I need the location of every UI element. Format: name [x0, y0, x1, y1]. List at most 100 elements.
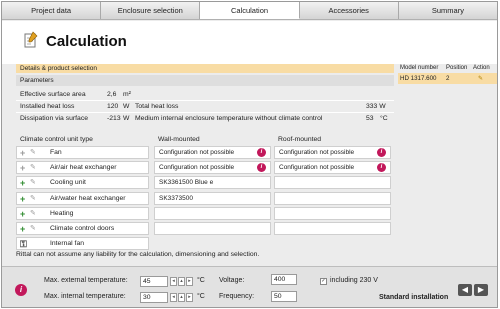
tab-summary[interactable]: Summary — [398, 2, 497, 19]
max-internal-temp-input[interactable]: 30 — [140, 292, 168, 303]
edit-icon[interactable]: ✎ — [30, 147, 36, 159]
unit-type-row[interactable]: + ✎ Cooling unit — [16, 176, 149, 189]
voltage-input[interactable]: 400 — [271, 274, 297, 285]
surface-area-unit: m² — [123, 91, 131, 98]
add-icon[interactable]: + — [20, 208, 25, 220]
max-external-temp-input[interactable]: 45 — [140, 276, 168, 287]
unit-type-label: Cooling unit — [50, 179, 86, 186]
cell-text: Configuration not possible — [279, 149, 355, 156]
model-table-header: Model number Position Action — [398, 64, 497, 73]
max-external-temp-increment[interactable]: ▸ — [186, 277, 193, 286]
unit-type-label: Air/water heat exchanger — [50, 195, 126, 202]
unit-type-row[interactable]: + ✎ Fan — [16, 146, 149, 159]
unit-type-row[interactable]: + ✎ Heating — [16, 207, 149, 220]
unit-type-label: Internal fan — [50, 240, 85, 247]
info-icon[interactable]: i — [257, 148, 266, 157]
wall-mounted-cell[interactable]: Configuration not possible i — [154, 146, 271, 159]
model-panel: Model number Position Action HD 1317.600… — [398, 64, 497, 84]
roof-mounted-cell[interactable] — [274, 176, 391, 189]
unit-type-row[interactable]: + ✎ Air/water heat exchanger — [16, 192, 149, 205]
cell-text: SK3373500 — [159, 195, 193, 202]
total-heat-loss-label: Total heat loss — [135, 103, 179, 110]
footer-bar: i Max. external temperature: 45 ◂ ▴ ▸ °C… — [2, 266, 497, 307]
app-window: Project data Enclosure selection Calcula… — [1, 1, 498, 308]
col-wall-mounted: Wall-mounted — [158, 136, 200, 143]
roof-mounted-cell[interactable]: Configuration not possible i — [274, 161, 391, 174]
forward-arrow-icon[interactable]: ▶ — [474, 284, 488, 296]
unit-type-label: Air/air heat exchanger — [50, 164, 117, 171]
fan-icon[interactable]: ⚿ — [20, 238, 27, 250]
add-icon[interactable]: + — [20, 162, 25, 174]
add-icon[interactable]: + — [20, 223, 25, 235]
surface-area-value: 2,6 — [107, 91, 117, 98]
unit-type-label: Climate control doors — [50, 225, 115, 232]
add-icon[interactable]: + — [20, 147, 25, 159]
unit-type-label: Fan — [50, 149, 62, 156]
add-icon[interactable]: + — [20, 193, 25, 205]
installed-heat-loss-value: 120 — [107, 103, 119, 110]
tab-calculation[interactable]: Calculation — [200, 2, 300, 19]
col-position: Position — [446, 65, 468, 71]
dissipation-unit: W — [123, 115, 130, 122]
max-external-temp-label: Max. external temperature: — [44, 277, 128, 284]
tab-enclosure-selection[interactable]: Enclosure selection — [101, 2, 201, 19]
max-external-temp-up[interactable]: ▴ — [178, 277, 185, 286]
pencil-icon[interactable]: ✎ — [478, 73, 483, 84]
unit-type-row[interactable]: + ✎ Air/air heat exchanger — [16, 161, 149, 174]
info-icon[interactable]: i — [377, 148, 386, 157]
roof-mounted-cell[interactable]: Configuration not possible i — [274, 146, 391, 159]
dissipation-row: Dissipation via surface -213 W Medium in… — [16, 113, 394, 124]
medium-temp-value: 53 — [366, 115, 374, 122]
including-230v-checkbox[interactable]: ✓ — [320, 278, 327, 285]
max-internal-temp-increment[interactable]: ▸ — [186, 293, 193, 302]
standard-installation-label: Standard installation — [379, 294, 449, 301]
col-roof-mounted: Roof-mounted — [278, 136, 322, 143]
installed-heat-loss-unit: W — [123, 103, 130, 110]
roof-mounted-cell[interactable] — [274, 222, 391, 235]
info-icon[interactable]: i — [377, 163, 386, 172]
col-action: Action — [473, 65, 490, 71]
tab-bar: Project data Enclosure selection Calcula… — [2, 2, 497, 20]
document-icon — [24, 31, 38, 48]
roof-mounted-cell[interactable] — [274, 192, 391, 205]
roof-mounted-cell[interactable] — [274, 207, 391, 220]
unit-type-row[interactable]: ⚿ Internal fan — [16, 237, 149, 250]
cell-text: Configuration not possible — [279, 164, 355, 171]
edit-icon[interactable]: ✎ — [30, 162, 36, 174]
info-icon[interactable]: i — [257, 163, 266, 172]
max-external-temp-unit: °C — [197, 277, 205, 284]
wall-mounted-cell[interactable]: Configuration not possible i — [154, 161, 271, 174]
medium-temp-label: Medium internal enclosure temperature wi… — [135, 115, 323, 122]
unit-type-label: Heating — [50, 210, 74, 217]
cell-text: Configuration not possible — [159, 149, 235, 156]
heat-loss-row: Installed heat loss 120 W Total heat los… — [16, 101, 394, 112]
surface-area-label: Effective surface area — [20, 91, 86, 98]
max-external-temp-decrement[interactable]: ◂ — [170, 277, 177, 286]
cell-text: Configuration not possible — [159, 164, 235, 171]
model-row[interactable]: HD 1317.600 2 ✎ — [398, 73, 497, 84]
edit-icon[interactable]: ✎ — [30, 193, 36, 205]
unit-type-row[interactable]: + ✎ Climate control doors — [16, 222, 149, 235]
tab-accessories[interactable]: Accessories — [299, 2, 399, 19]
max-internal-temp-up[interactable]: ▴ — [178, 293, 185, 302]
wall-mounted-cell[interactable] — [154, 207, 271, 220]
dissipation-value: -213 — [107, 115, 121, 122]
edit-icon[interactable]: ✎ — [30, 177, 36, 189]
wall-mounted-cell[interactable]: SK3361500 Blue e — [154, 176, 271, 189]
wall-mounted-cell[interactable] — [154, 222, 271, 235]
model-number: HD 1317.600 — [400, 75, 437, 82]
info-icon[interactable]: i — [15, 284, 27, 296]
col-unit-type: Climate control unit type — [20, 136, 93, 143]
tab-project-data[interactable]: Project data — [2, 2, 102, 19]
dissipation-label: Dissipation via surface — [20, 115, 88, 122]
frequency-input[interactable]: 50 — [271, 291, 297, 302]
max-internal-temp-unit: °C — [197, 293, 205, 300]
edit-icon[interactable]: ✎ — [30, 223, 36, 235]
voltage-label: Voltage: — [219, 277, 245, 284]
page-title: Calculation — [46, 33, 127, 50]
wall-mounted-cell[interactable]: SK3373500 — [154, 192, 271, 205]
back-arrow-icon[interactable]: ◀ — [458, 284, 472, 296]
add-icon[interactable]: + — [20, 177, 25, 189]
edit-icon[interactable]: ✎ — [30, 208, 36, 220]
max-internal-temp-decrement[interactable]: ◂ — [170, 293, 177, 302]
